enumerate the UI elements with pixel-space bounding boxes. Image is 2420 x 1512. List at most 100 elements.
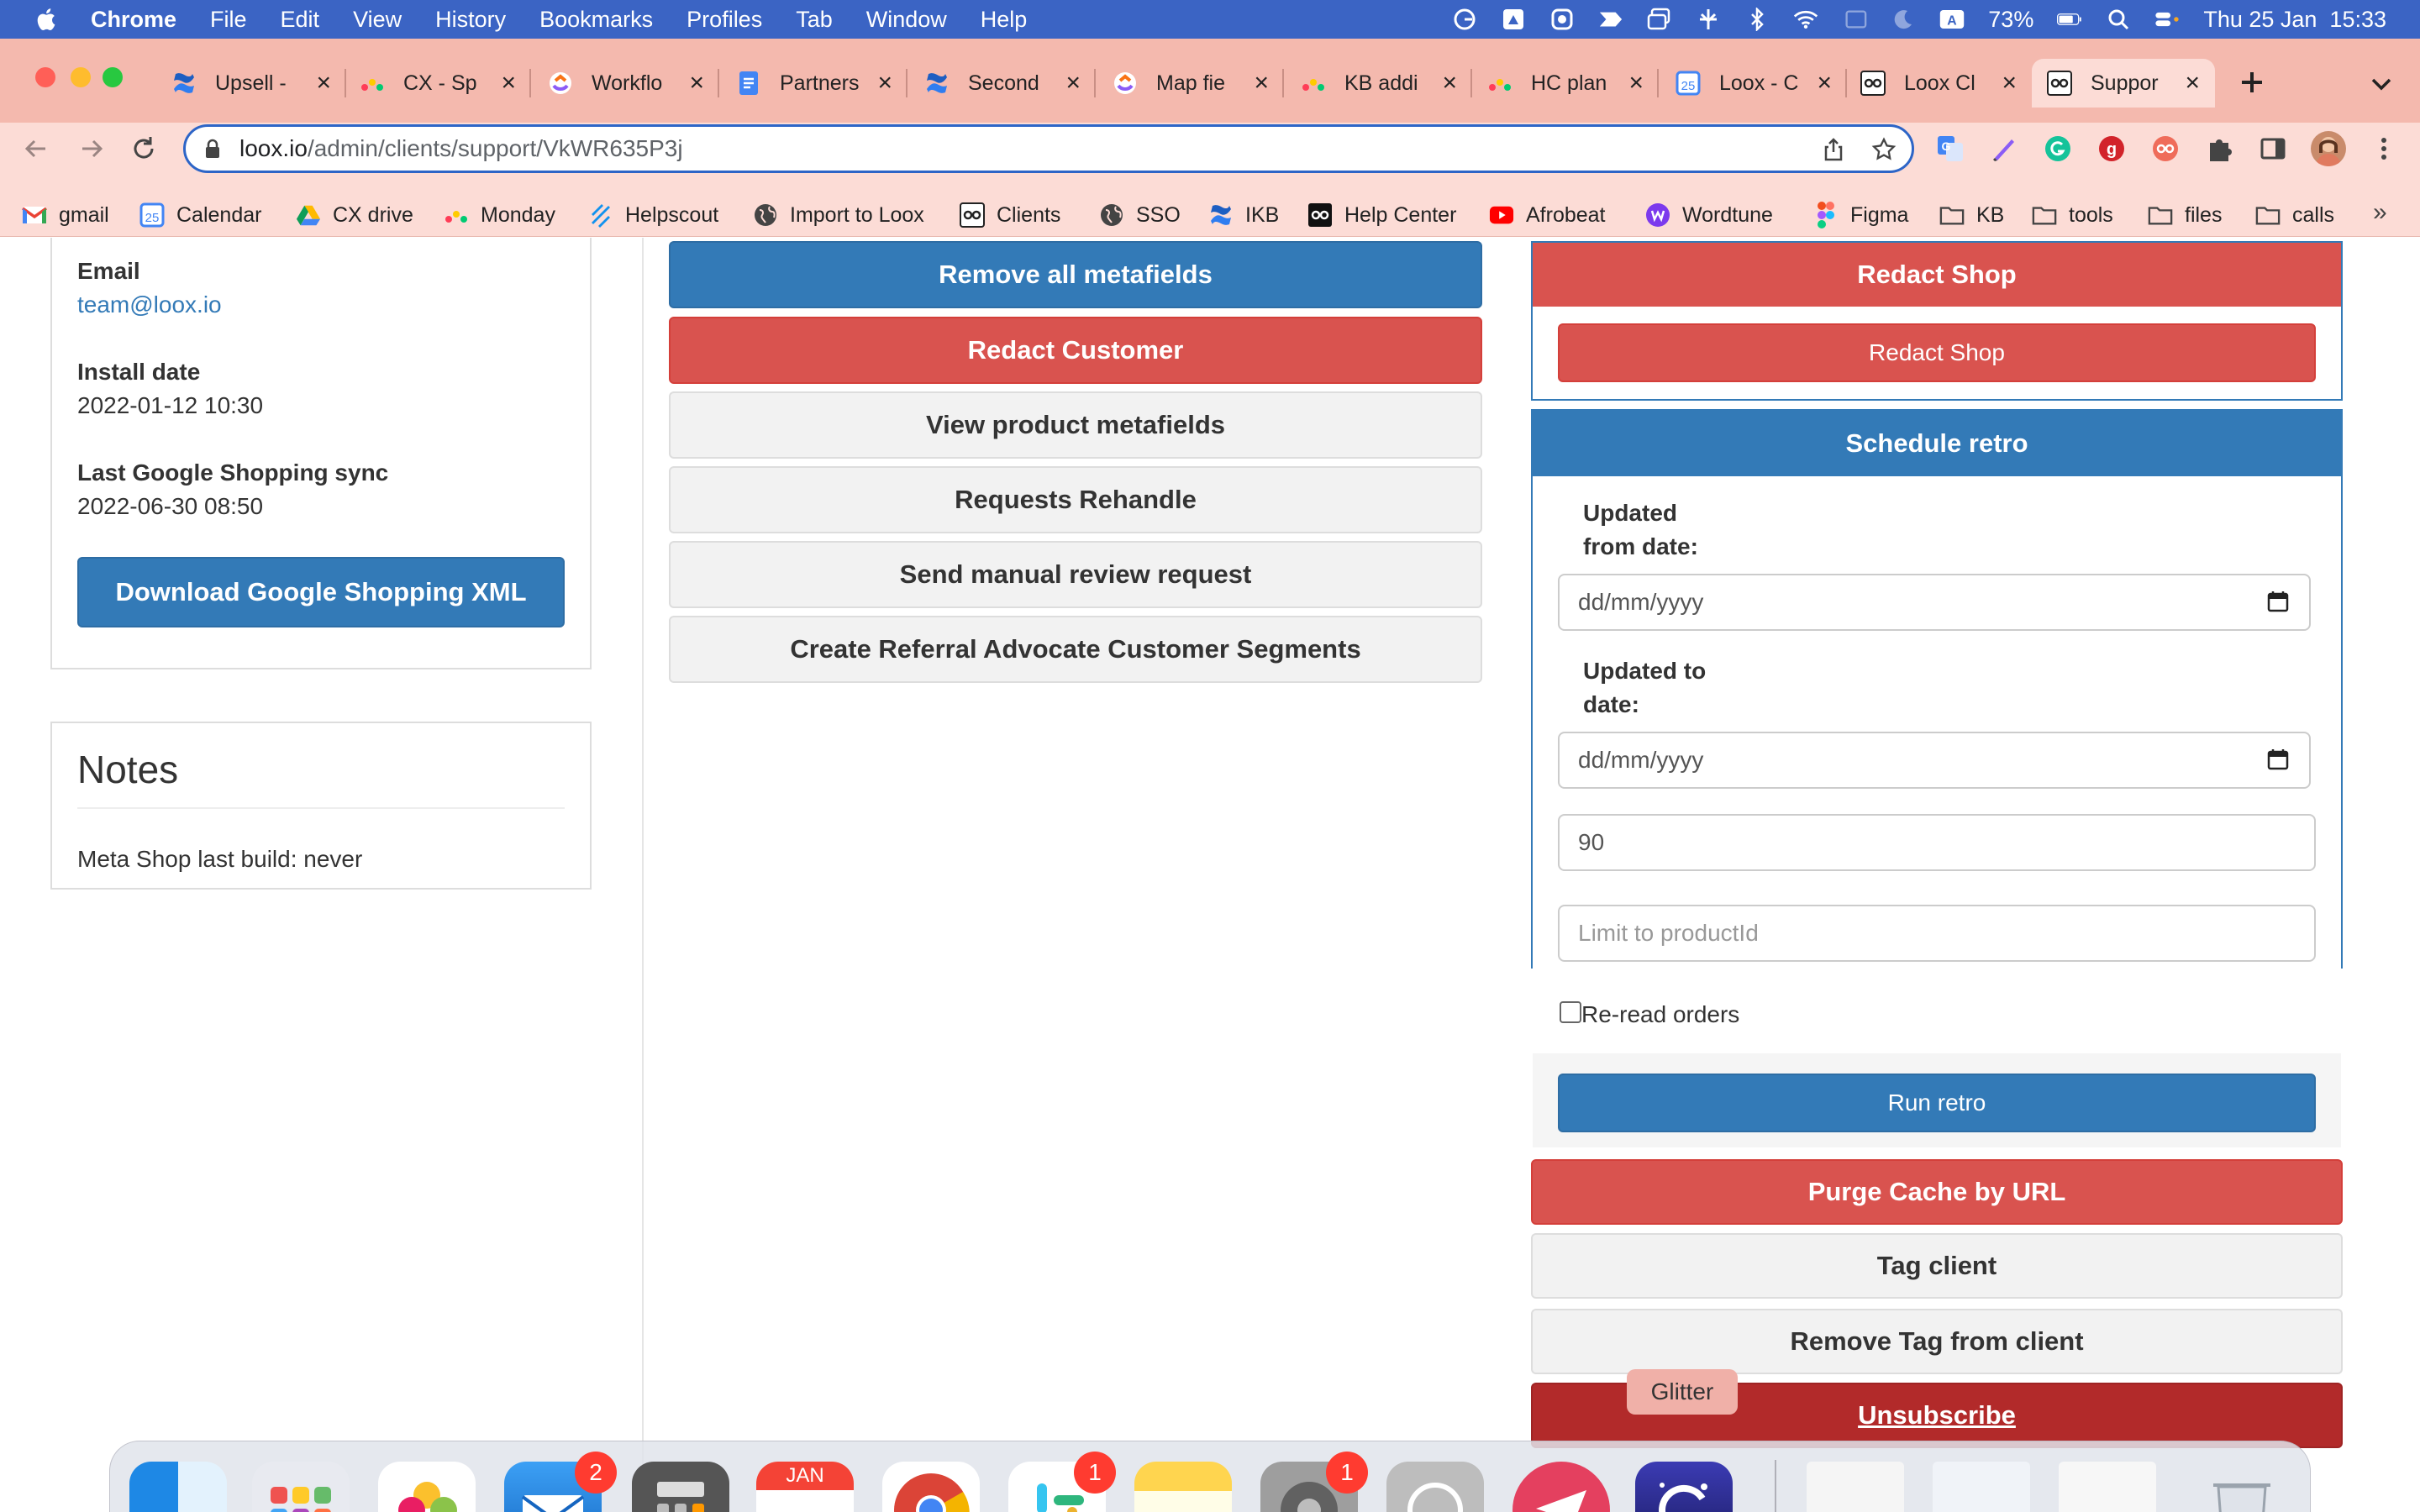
notes-app-icon[interactable]: [1134, 1462, 1232, 1512]
launchpad-app-icon[interactable]: [252, 1462, 350, 1512]
menu-bookmarks[interactable]: Bookmarks: [539, 7, 653, 33]
forward-icon[interactable]: [77, 134, 106, 163]
keyboard-input-icon[interactable]: A: [1939, 8, 1965, 31]
recent-window-thumbnail[interactable]: [1807, 1462, 1904, 1512]
retro-days-input[interactable]: 90: [1558, 814, 2316, 871]
tab-close-icon[interactable]: ×: [1442, 69, 1457, 97]
purge-cache-by-url-button[interactable]: Purge Cache by URL: [1531, 1159, 2343, 1225]
tab-close-icon[interactable]: ×: [2002, 69, 2017, 97]
bookmark-wordtune[interactable]: Wordtune: [1645, 195, 1773, 235]
tab-close-icon[interactable]: ×: [689, 69, 704, 97]
profile-avatar[interactable]: [2311, 131, 2346, 166]
send-manual-review-request-button[interactable]: Send manual review request: [669, 541, 1482, 608]
tab-close-icon[interactable]: ×: [316, 69, 331, 97]
bookmark-folder-tools[interactable]: tools: [2032, 195, 2113, 235]
extensions-puzzle-icon[interactable]: [2205, 134, 2233, 163]
back-icon[interactable]: [22, 134, 50, 163]
menubar-clock[interactable]: Thu 25 Jan 15:33: [2203, 7, 2386, 33]
airmail-app-icon[interactable]: [1512, 1462, 1610, 1512]
tab-search-chevron-icon[interactable]: [2368, 71, 2395, 97]
bookmark-help-center[interactable]: Help Center: [1307, 195, 1456, 235]
bluetooth-icon[interactable]: [1744, 8, 1770, 31]
whatsapp-app-icon[interactable]: [1386, 1462, 1484, 1512]
updated-to-date-input[interactable]: dd/mm/yyyy: [1558, 732, 2311, 789]
moon-icon[interactable]: [1891, 8, 1916, 31]
redact-customer-button[interactable]: Redact Customer: [669, 317, 1482, 384]
tab-cx-sp[interactable]: CX - Sp ×: [360, 59, 516, 108]
drive-status-icon[interactable]: [1501, 8, 1526, 31]
menu-help[interactable]: Help: [981, 7, 1028, 33]
recent-window-thumbnail[interactable]: [1933, 1462, 2030, 1512]
menu-app-name[interactable]: Chrome: [91, 7, 176, 33]
tab-partners[interactable]: Partners ×: [736, 59, 892, 108]
chrome-menu-icon[interactable]: [2371, 134, 2396, 163]
new-tab-button[interactable]: [2235, 66, 2269, 99]
run-retro-button[interactable]: Run retro: [1558, 1074, 2316, 1132]
download-google-shopping-xml-button[interactable]: Download Google Shopping XML: [77, 557, 565, 627]
bookmark-sso[interactable]: SSO: [1099, 195, 1181, 235]
menu-view[interactable]: View: [353, 7, 402, 33]
record-status-icon[interactable]: [1549, 8, 1575, 31]
control-center-icon[interactable]: [2154, 8, 2180, 31]
requests-rehandle-button[interactable]: Requests Rehandle: [669, 466, 1482, 533]
trash-icon[interactable]: [2193, 1462, 2291, 1512]
bookmark-ikb[interactable]: IKB: [1208, 195, 1279, 235]
address-bar[interactable]: loox.io/admin/clients/support/VkWR635P3j: [183, 124, 1914, 173]
finder-app-icon[interactable]: [129, 1462, 227, 1512]
menu-edit[interactable]: Edit: [281, 7, 320, 33]
bookmark-afrobeat[interactable]: Afrobeat: [1489, 195, 1606, 235]
menu-tab[interactable]: Tab: [796, 7, 833, 33]
battery-icon[interactable]: [2057, 8, 2082, 31]
bookmarks-overflow-icon[interactable]: »: [2373, 198, 2395, 227]
tab-map-fields[interactable]: Map fie ×: [1113, 59, 1269, 108]
bookmark-folder-calls[interactable]: calls: [2255, 195, 2334, 235]
tab-loox-clients[interactable]: Loox Cl ×: [1860, 59, 2017, 108]
grammarly-status-icon[interactable]: [1452, 8, 1477, 31]
reload-icon[interactable]: [129, 134, 158, 163]
bookmark-monday[interactable]: Monday: [444, 195, 555, 235]
spotlight-search-icon[interactable]: [2106, 8, 2131, 31]
menu-window[interactable]: Window: [866, 7, 947, 33]
window-close-button[interactable]: [35, 67, 55, 87]
tab-close-icon[interactable]: ×: [1628, 69, 1644, 97]
tab-close-icon[interactable]: ×: [877, 69, 892, 97]
remove-tag-button[interactable]: Remove Tag from client: [1531, 1309, 2343, 1374]
tab-close-icon[interactable]: ×: [2185, 69, 2200, 97]
reread-orders-label[interactable]: Re-read orders: [1581, 1001, 1739, 1028]
bookmark-calendar[interactable]: 25 Calendar: [139, 195, 261, 235]
tab-close-icon[interactable]: ×: [1065, 69, 1081, 97]
menu-file[interactable]: File: [210, 7, 247, 33]
limit-product-id-input[interactable]: Limit to productId: [1558, 905, 2316, 962]
window-zoom-button[interactable]: [103, 67, 123, 87]
google-translate-icon[interactable]: G: [1936, 134, 1965, 163]
tab-workflow[interactable]: Workflo ×: [548, 59, 704, 108]
bookmark-helpscout[interactable]: Helpscout: [588, 195, 718, 235]
grammarly-icon[interactable]: [2044, 134, 2072, 163]
bookmark-gmail[interactable]: gmail: [22, 195, 109, 235]
calendar-app-icon[interactable]: JAN: [756, 1462, 854, 1512]
vpn-status-icon[interactable]: [1696, 8, 1721, 31]
photos-app-icon[interactable]: [378, 1462, 476, 1512]
tab-close-icon[interactable]: ×: [1254, 69, 1269, 97]
grammar-check-icon[interactable]: g: [2097, 134, 2126, 163]
recent-window-thumbnail[interactable]: [2059, 1462, 2156, 1512]
share-icon[interactable]: [1821, 137, 1846, 162]
bookmark-figma[interactable]: Figma: [1813, 195, 1908, 235]
tab-second[interactable]: Second ×: [924, 59, 1081, 108]
bookmark-folder-files[interactable]: files: [2148, 195, 2222, 235]
tag-client-button[interactable]: Tag client: [1531, 1233, 2343, 1299]
bookmark-clients[interactable]: Clients: [960, 195, 1060, 235]
tab-close-icon[interactable]: ×: [1817, 69, 1832, 97]
email-link[interactable]: team@loox.io: [77, 291, 222, 318]
pen-extension-icon[interactable]: [1990, 134, 2018, 163]
bookmark-cx-drive[interactable]: CX drive: [296, 195, 413, 235]
calendar-picker-icon[interactable]: [2267, 591, 2289, 612]
remove-all-metafields-button[interactable]: Remove all metafields: [669, 241, 1482, 308]
stack-status-icon[interactable]: [1598, 8, 1623, 31]
bookmark-import-to-loox[interactable]: Import to Loox: [753, 195, 924, 235]
apple-icon[interactable]: [34, 7, 57, 32]
tab-support[interactable]: Suppor ×: [2032, 59, 2215, 108]
chrome-app-icon[interactable]: [882, 1462, 980, 1512]
tab-kb-addi[interactable]: KB addi ×: [1301, 59, 1457, 108]
view-product-metafields-button[interactable]: View product metafields: [669, 391, 1482, 459]
